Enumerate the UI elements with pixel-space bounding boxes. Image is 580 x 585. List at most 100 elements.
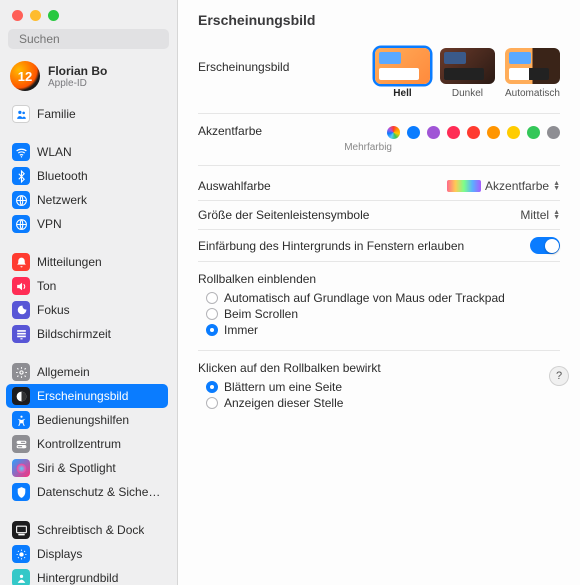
sidebar-item-label: Bildschirmzeit — [37, 327, 111, 341]
sidebar-item-label: Schreibtisch & Dock — [37, 523, 144, 537]
search-field[interactable] — [8, 29, 169, 49]
zoom-icon[interactable] — [48, 10, 59, 21]
accent-sublabel: Mehrfarbig — [198, 142, 560, 153]
scrollbars-heading: Rollbalken einblenden — [198, 272, 560, 286]
search-input[interactable] — [19, 32, 174, 46]
network-icon — [12, 191, 30, 209]
tinting-toggle[interactable] — [530, 237, 560, 254]
appearance-mode-light[interactable]: Hell — [375, 48, 430, 99]
accent-color-swatch[interactable] — [467, 126, 480, 139]
scrollbars-group: Rollbalken einblenden Automatisch auf Gr… — [198, 262, 560, 351]
tinting-row: Einfärbung des Hintergrunds in Fenstern … — [198, 230, 560, 262]
sidebar-item-siri[interactable]: Siri & Spotlight — [6, 456, 168, 480]
vpn-icon — [12, 215, 30, 233]
sidebar-icon-size-value: Mittel — [520, 208, 549, 222]
sidebar-item-screentime[interactable]: Bildschirmzeit — [6, 322, 168, 346]
radio-icon — [206, 292, 218, 304]
accent-color-swatch[interactable] — [547, 126, 560, 139]
scrollbars-option[interactable]: Beim Scrollen — [198, 306, 560, 322]
sidebar-item-desktop-dock[interactable]: Schreibtisch & Dock — [6, 518, 168, 542]
sidebar-item-accessibility[interactable]: Bedienungshilfen — [6, 408, 168, 432]
sidebar-item-wallpaper[interactable]: Hintergrundbild — [6, 566, 168, 585]
scrollclick-group: Klicken auf den Rollbalken bewirkt Blätt… — [198, 351, 560, 423]
focus-icon — [12, 301, 30, 319]
sidebar-item-privacy[interactable]: Datenschutz & Sicherheit — [6, 480, 168, 504]
bluetooth-icon — [12, 167, 30, 185]
sidebar-item-label: Mitteilungen — [37, 255, 102, 269]
sidebar-item-network[interactable]: Netzwerk — [6, 188, 168, 212]
sidebar-item-controlcenter[interactable]: Kontrollzentrum — [6, 432, 168, 456]
sidebar-item-family[interactable]: Familie — [6, 102, 168, 126]
scrollbars-option[interactable]: Automatisch auf Grundlage von Maus oder … — [198, 290, 560, 306]
sidebar-item-label: Ton — [37, 279, 56, 293]
sidebar-item-label: Hintergrundbild — [37, 571, 118, 585]
sidebar-item-wlan[interactable]: WLAN — [6, 140, 168, 164]
accent-color-swatch[interactable] — [487, 126, 500, 139]
accent-color-swatch[interactable] — [507, 126, 520, 139]
scrollbars-option[interactable]: Immer — [198, 322, 560, 338]
window-controls — [0, 0, 177, 27]
sidebar-item-label: Displays — [37, 547, 82, 561]
mode-label: Hell — [375, 88, 430, 99]
siri-icon — [12, 459, 30, 477]
accent-label: Akzentfarbe — [198, 124, 262, 138]
sidebar-item-focus[interactable]: Fokus — [6, 298, 168, 322]
sidebar-list[interactable]: Familie WLAN BluetoothNetzwerk VPN Mitteilun… — [0, 99, 177, 585]
radio-icon — [206, 324, 218, 336]
sidebar-item-label: Erscheinungsbild — [37, 389, 128, 403]
accent-color-picker — [387, 126, 560, 139]
sidebar-icon-size-dropdown[interactable]: Mittel ▲▼ — [520, 208, 560, 222]
radio-label: Automatisch auf Grundlage von Maus oder … — [224, 291, 505, 305]
radio-label: Blättern um eine Seite — [224, 380, 342, 394]
appearance-mode-dark[interactable]: Dunkel — [440, 48, 495, 99]
help-button[interactable]: ? — [550, 367, 568, 385]
accent-color-swatch[interactable] — [427, 126, 440, 139]
notifications-icon — [12, 253, 30, 271]
chevron-updown-icon: ▲▼ — [553, 210, 560, 220]
sound-icon — [12, 277, 30, 295]
accent-row: Akzentfarbe Mehrfarbig — [198, 124, 560, 166]
sidebar-item-label: Familie — [37, 107, 76, 121]
sidebar-item-label: Bedienungshilfen — [37, 413, 129, 427]
sidebar-item-displays[interactable]: Displays — [6, 542, 168, 566]
appearance-modes: Hell Dunkel Automatisch — [375, 48, 560, 99]
sidebar-item-sound[interactable]: Ton — [6, 274, 168, 298]
settings-window: 12 Florian Bo Apple-ID Familie WLAN Blueto… — [0, 0, 580, 585]
accent-color-swatch[interactable] — [527, 126, 540, 139]
sidebar-item-label: WLAN — [37, 145, 72, 159]
sidebar-item-label: VPN — [37, 217, 62, 231]
wlan-icon — [12, 143, 30, 161]
highlight-row: Auswahlfarbe Akzentfarbe ▲▼ — [198, 172, 560, 201]
close-icon[interactable] — [12, 10, 23, 21]
radio-icon — [206, 381, 218, 393]
desktop-dock-icon — [12, 521, 30, 539]
mode-label: Dunkel — [440, 88, 495, 99]
sidebar-icon-size-row: Größe der Seitenleistensymbole Mittel ▲▼ — [198, 201, 560, 230]
sidebar-item-general[interactable]: Allgemein — [6, 360, 168, 384]
accent-color-swatch[interactable] — [407, 126, 420, 139]
apple-id-row[interactable]: 12 Florian Bo Apple-ID — [0, 57, 177, 99]
sidebar-item-bluetooth[interactable]: Bluetooth — [6, 164, 168, 188]
mode-preview — [375, 48, 430, 84]
sidebar-item-label: Fokus — [37, 303, 70, 317]
appearance-mode-auto[interactable]: Automatisch — [505, 48, 560, 99]
scrollclick-option[interactable]: Anzeigen dieser Stelle — [198, 395, 560, 411]
scrollclick-option[interactable]: Blättern um eine Seite — [198, 379, 560, 395]
avatar: 12 — [10, 61, 40, 91]
sidebar-item-notifications[interactable]: Mitteilungen — [6, 250, 168, 274]
screentime-icon — [12, 325, 30, 343]
privacy-icon — [12, 483, 30, 501]
sidebar-item-label: Allgemein — [37, 365, 90, 379]
highlight-swatch — [447, 180, 481, 192]
displays-icon — [12, 545, 30, 563]
radio-label: Beim Scrollen — [224, 307, 298, 321]
accent-color-swatch[interactable] — [447, 126, 460, 139]
mode-preview — [505, 48, 560, 84]
accent-color-swatch[interactable] — [387, 126, 400, 139]
highlight-dropdown[interactable]: Akzentfarbe ▲▼ — [447, 179, 560, 193]
sidebar-item-vpn[interactable]: VPN — [6, 212, 168, 236]
highlight-label: Auswahlfarbe — [198, 179, 271, 193]
content-pane: Erscheinungsbild Erscheinungsbild HellDu… — [178, 0, 580, 585]
minimize-icon[interactable] — [30, 10, 41, 21]
sidebar-item-appearance[interactable]: Erscheinungsbild — [6, 384, 168, 408]
